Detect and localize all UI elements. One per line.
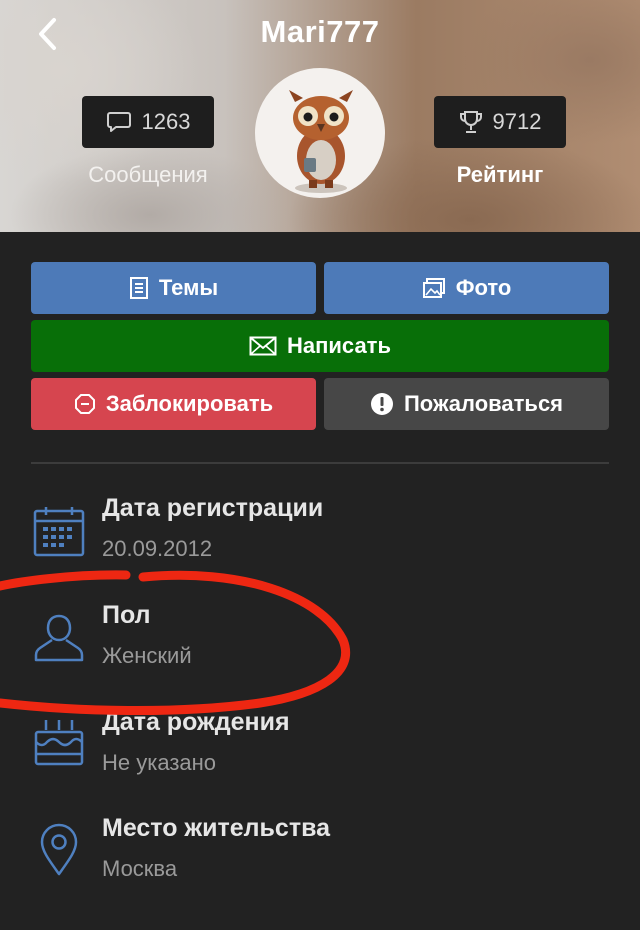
report-button-label: Пожаловаться — [403, 391, 564, 416]
registration-date-value: 20.09.2012 — [102, 536, 213, 561]
gender-title: Пол — [102, 601, 151, 629]
exclamation-circle-icon — [370, 393, 393, 415]
rating-value: 9712 — [492, 109, 542, 134]
photo-button-label: Фото — [455, 275, 512, 300]
location-pin-icon — [40, 823, 78, 876]
messages-count-badge[interactable]: 1263 — [82, 96, 214, 148]
stop-octagon-icon — [74, 394, 95, 414]
photo-icon — [422, 278, 445, 298]
block-button[interactable]: Заблокировать — [31, 378, 316, 430]
divider — [31, 462, 609, 464]
gender-value: Женский — [102, 643, 192, 668]
residence-title: Место жительства — [102, 814, 331, 842]
report-button[interactable]: Пожаловаться — [324, 378, 609, 430]
messages-label: Сообщения — [88, 162, 208, 187]
person-icon — [34, 614, 84, 662]
themes-button[interactable]: Темы — [31, 262, 316, 314]
owl-avatar-image — [289, 90, 353, 193]
envelope-icon — [249, 336, 277, 356]
themes-button-label: Темы — [158, 275, 219, 300]
trophy-icon — [459, 111, 482, 133]
birth-date-value: Не указано — [102, 750, 217, 775]
messages-count: 1263 — [141, 109, 191, 134]
avatar[interactable] — [255, 68, 385, 198]
document-icon — [129, 277, 148, 299]
chat-bubble-icon — [106, 112, 131, 132]
cake-icon — [34, 720, 84, 766]
calendar-icon — [33, 507, 85, 557]
profile-header: Mari777 1263 Сообщения 9712 Рейтинг — [0, 0, 640, 232]
birth-date-title: Дата рождения — [102, 708, 290, 736]
photo-button[interactable]: Фото — [324, 262, 609, 314]
write-button-label: Написать — [287, 333, 391, 358]
profile-username: Mari777 — [260, 14, 380, 49]
registration-date-title: Дата регистрации — [102, 494, 324, 522]
block-button-label: Заблокировать — [105, 391, 274, 416]
rating-label: Рейтинг — [456, 162, 544, 187]
residence-value: Москва — [102, 856, 178, 881]
write-message-button[interactable]: Написать — [31, 320, 609, 372]
rating-badge[interactable]: 9712 — [434, 96, 566, 148]
